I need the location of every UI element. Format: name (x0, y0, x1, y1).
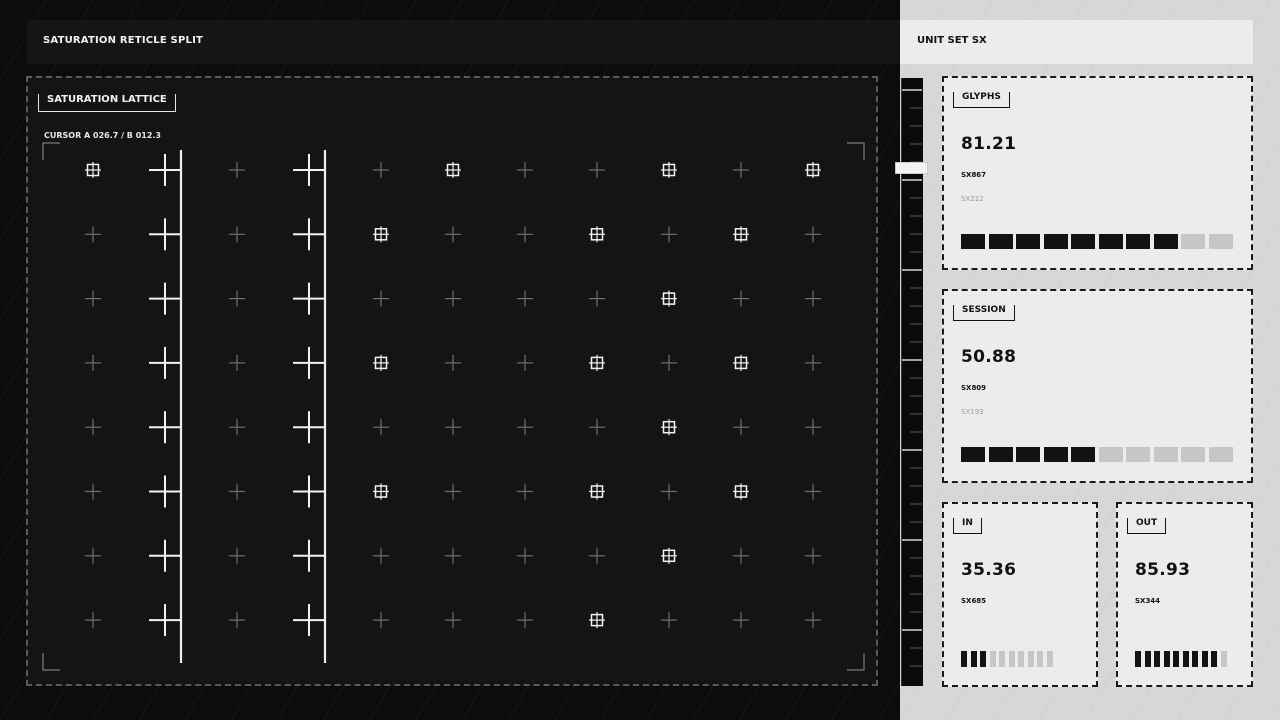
meter-segment (1018, 651, 1024, 667)
meter-segment (988, 234, 1013, 249)
meter-segment (1016, 447, 1040, 462)
meter-segment (989, 651, 996, 667)
meter-segment (1211, 651, 1217, 667)
meter-segment (1144, 651, 1151, 667)
meter-segment (1008, 651, 1015, 667)
meter-segment (1016, 234, 1040, 249)
meter-segment (970, 651, 977, 667)
meter-segment (1098, 234, 1123, 249)
meter-segment (1173, 651, 1179, 667)
glyphs-code-secondary: SX212 (961, 195, 984, 203)
glyphs-meter (961, 234, 1236, 249)
session-label: SESSION (953, 305, 1015, 321)
meter-segment (1135, 651, 1141, 667)
meter-segment (1027, 651, 1034, 667)
meter-segment (1182, 651, 1189, 667)
meter-segment (980, 651, 986, 667)
meter-segment (988, 447, 1013, 462)
meter-segment (1037, 651, 1043, 667)
glyphs-value: 81.21 (961, 134, 1017, 154)
meter-segment (1126, 234, 1150, 249)
meter-segment (1163, 651, 1170, 667)
out-value: 85.93 (1135, 560, 1191, 580)
meter-segment (1126, 447, 1150, 462)
out-label: OUT (1127, 518, 1167, 534)
meter-segment (1208, 447, 1233, 462)
session-code: SX809 (961, 384, 987, 392)
meter-segment (1046, 651, 1053, 667)
glyphs-label: GLYPHS (953, 92, 1010, 108)
glyphs-code: SX867 (961, 171, 987, 179)
meter-segment (961, 447, 985, 462)
scrubber-thumb[interactable] (895, 162, 928, 174)
glyphs-card[interactable]: GLYPHS 81.21 SX867 SX212 (942, 76, 1253, 270)
session-value: 50.88 (961, 347, 1017, 367)
meter-segment (1043, 447, 1068, 462)
meter-segment (1154, 651, 1160, 667)
meter-segment (1220, 651, 1227, 667)
in-meter (961, 651, 1056, 667)
meter-segment (1201, 651, 1208, 667)
out-card[interactable]: OUT 85.93 SX344 (1116, 502, 1253, 687)
meter-segment (1192, 651, 1198, 667)
meter-segment (1071, 447, 1095, 462)
meter-segment (961, 651, 967, 667)
meter-segment (1181, 447, 1205, 462)
meter-segment (1098, 447, 1123, 462)
out-meter (1135, 651, 1230, 667)
in-card[interactable]: IN 35.36 SX685 (942, 502, 1098, 687)
meter-segment (961, 234, 985, 249)
session-card[interactable]: SESSION 50.88 SX809 SX193 (942, 289, 1253, 483)
session-code-secondary: SX193 (961, 408, 984, 416)
meter-segment (1153, 447, 1178, 462)
in-value: 35.36 (961, 560, 1017, 580)
meter-segment (1043, 234, 1068, 249)
meter-segment (999, 651, 1005, 667)
meter-segment (1071, 234, 1095, 249)
session-meter (961, 447, 1236, 462)
meter-segment (1153, 234, 1178, 249)
in-code: SX685 (961, 597, 987, 605)
meter-segment (1208, 234, 1233, 249)
in-label: IN (953, 518, 982, 534)
meter-segment (1181, 234, 1205, 249)
out-code: SX344 (1135, 597, 1161, 605)
